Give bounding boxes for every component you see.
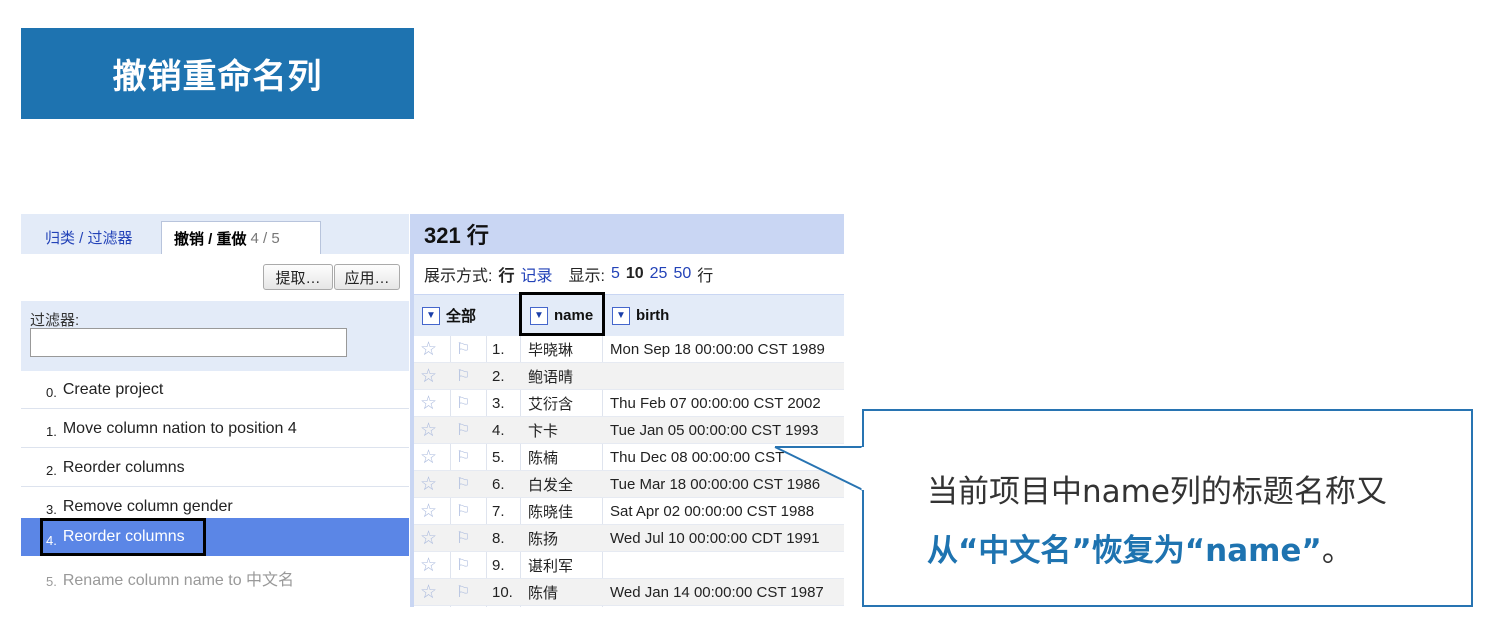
callout-pointer-edge <box>861 447 865 490</box>
